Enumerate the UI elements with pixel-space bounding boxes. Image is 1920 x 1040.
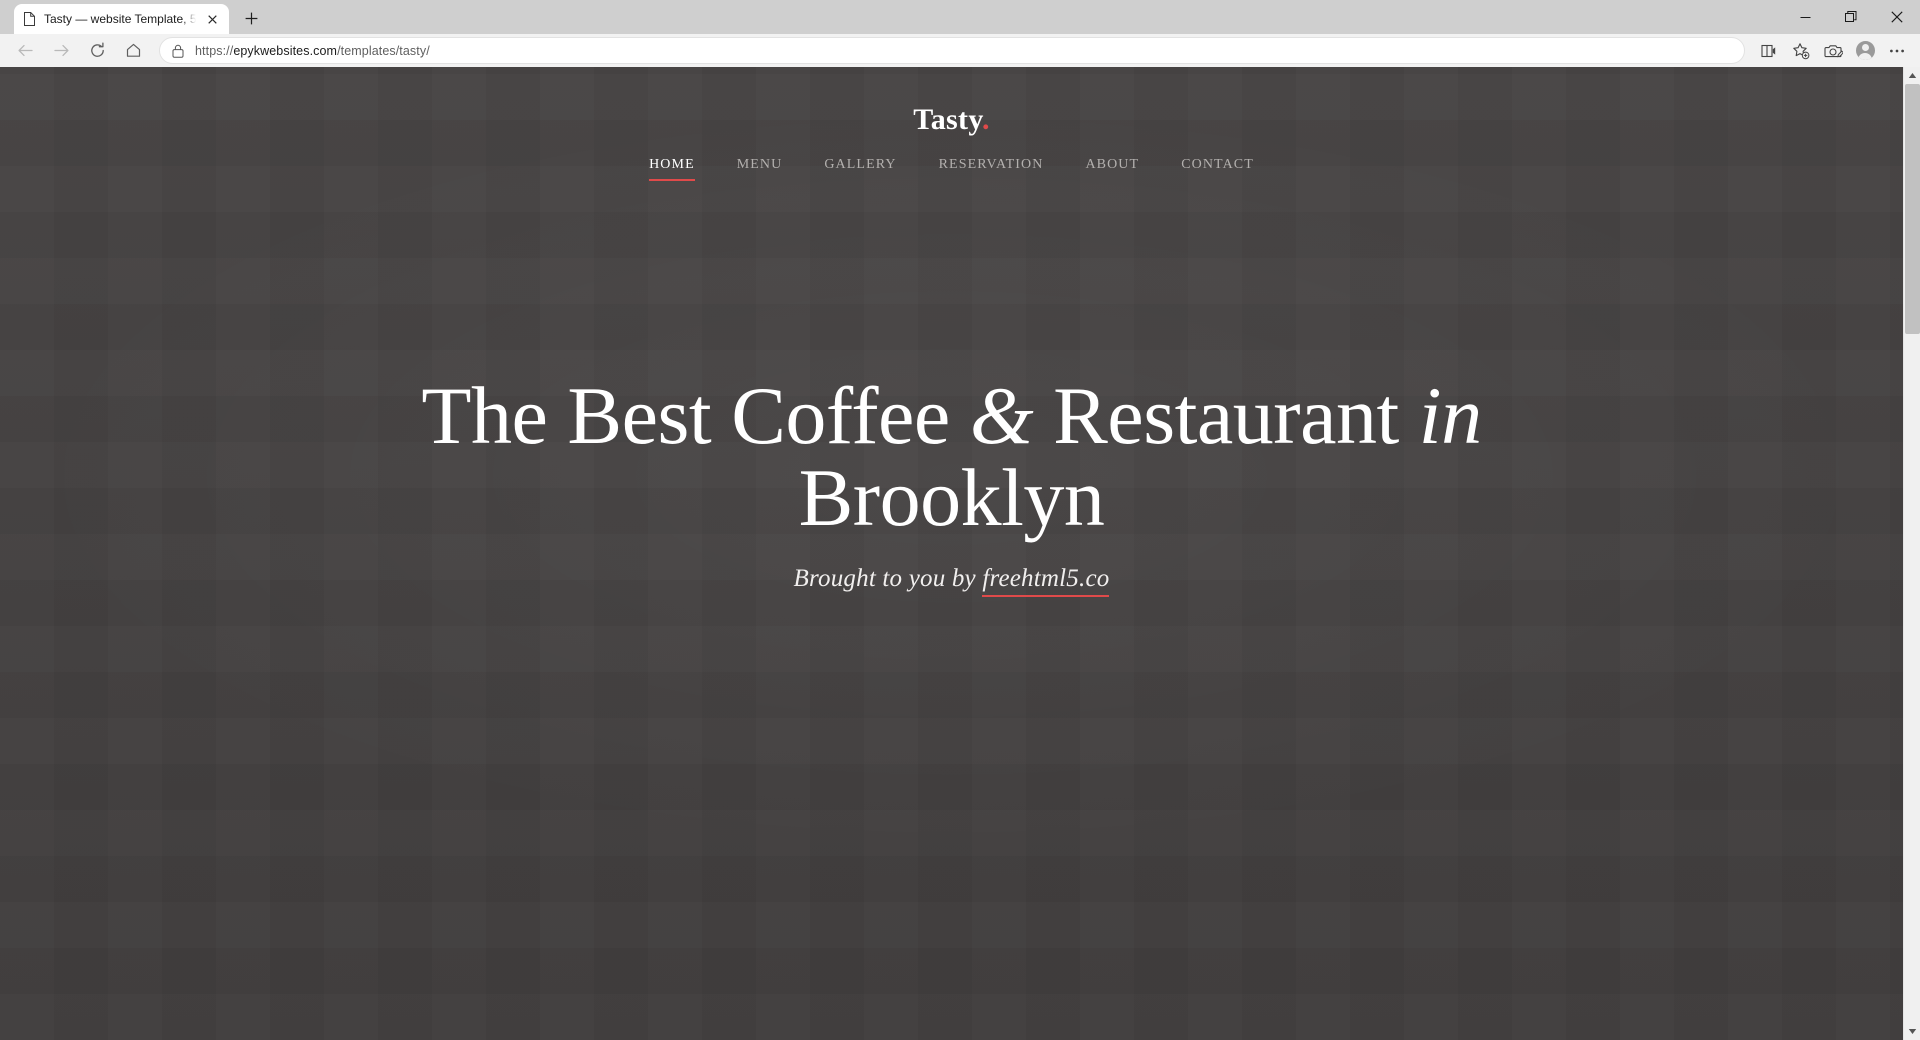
hero-section: The Best Coffee & Restaurant in Brooklyn… [0,175,1903,597]
read-aloud-icon[interactable] [1754,37,1784,65]
hero-heading-in: in [1418,370,1482,461]
hero-heading-part2: Restaurant [1033,370,1419,461]
page-scrollbar[interactable] [1903,67,1920,1040]
page-icon [22,12,37,27]
site-logo[interactable]: Tasty. [0,103,1903,136]
screenshot-camera-icon[interactable] [1818,37,1848,65]
tab-title: Tasty — website Template, 5 Tem [44,12,196,26]
scroll-up-arrow-icon[interactable] [1904,67,1920,84]
site-logo-text: Tasty [913,103,982,136]
ellipsis-more-icon[interactable] [1882,37,1912,65]
lock-icon [170,43,186,59]
nav-item-contact[interactable]: CONTACT [1160,155,1275,175]
page-viewport: Tasty. HOME MENU GALLERY RESERVATION ABO… [0,67,1920,1040]
forward-arrow-icon[interactable] [44,37,78,65]
website-page: Tasty. HOME MENU GALLERY RESERVATION ABO… [0,67,1903,1040]
site-logo-dot: . [981,103,990,136]
avatar [1855,41,1875,60]
profile-avatar-icon[interactable] [1850,37,1880,65]
minimize-icon[interactable] [1782,0,1828,34]
home-icon[interactable] [116,37,150,65]
nav-item-reservation[interactable]: RESERVATION [918,155,1065,175]
back-arrow-icon[interactable] [8,37,42,65]
add-favorite-star-icon[interactable] [1786,37,1816,65]
nav-item-home[interactable]: HOME [628,155,716,181]
new-tab-button[interactable] [237,4,265,32]
restore-icon[interactable] [1828,0,1874,34]
scroll-down-arrow-icon[interactable] [1904,1023,1920,1040]
nav-item-menu[interactable]: MENU [716,155,804,175]
browser-window: Tasty — website Template, 5 Tem [0,0,1920,1040]
window-close-icon[interactable] [1874,0,1920,34]
browser-toolbar: https://epykwebsites.com/templates/tasty… [0,34,1920,67]
hero-subtitle: Brought to you by freehtml5.co [0,565,1903,597]
tab-strip: Tasty — website Template, 5 Tem [0,0,1920,34]
nav-item-gallery[interactable]: GALLERY [803,155,917,175]
hero-heading-part1: The Best Coffee [421,370,970,461]
nav-item-about[interactable]: ABOUT [1064,155,1160,175]
site-navigation: HOME MENU GALLERY RESERVATION ABOUT CONT… [0,155,1903,181]
hero-heading-ampersand: & [969,370,1034,461]
address-bar-url: https://epykwebsites.com/templates/tasty… [195,43,430,58]
hero-heading: The Best Coffee & Restaurant in Brooklyn [362,375,1542,539]
site-header: Tasty. HOME MENU GALLERY RESERVATION ABO… [0,67,1903,181]
hero-subtitle-link[interactable]: freehtml5.co [982,565,1110,597]
hero-subtitle-prefix: Brought to you by [793,565,983,592]
window-controls [1782,0,1920,34]
hero-heading-part3: Brooklyn [798,452,1105,543]
scrollbar-track[interactable] [1904,84,1920,1023]
scrollbar-thumb[interactable] [1904,84,1920,334]
browser-tab[interactable]: Tasty — website Template, 5 Tem [14,4,229,34]
reload-icon[interactable] [80,37,114,65]
address-bar[interactable]: https://epykwebsites.com/templates/tasty… [159,37,1745,64]
tab-close-icon[interactable] [203,10,221,28]
